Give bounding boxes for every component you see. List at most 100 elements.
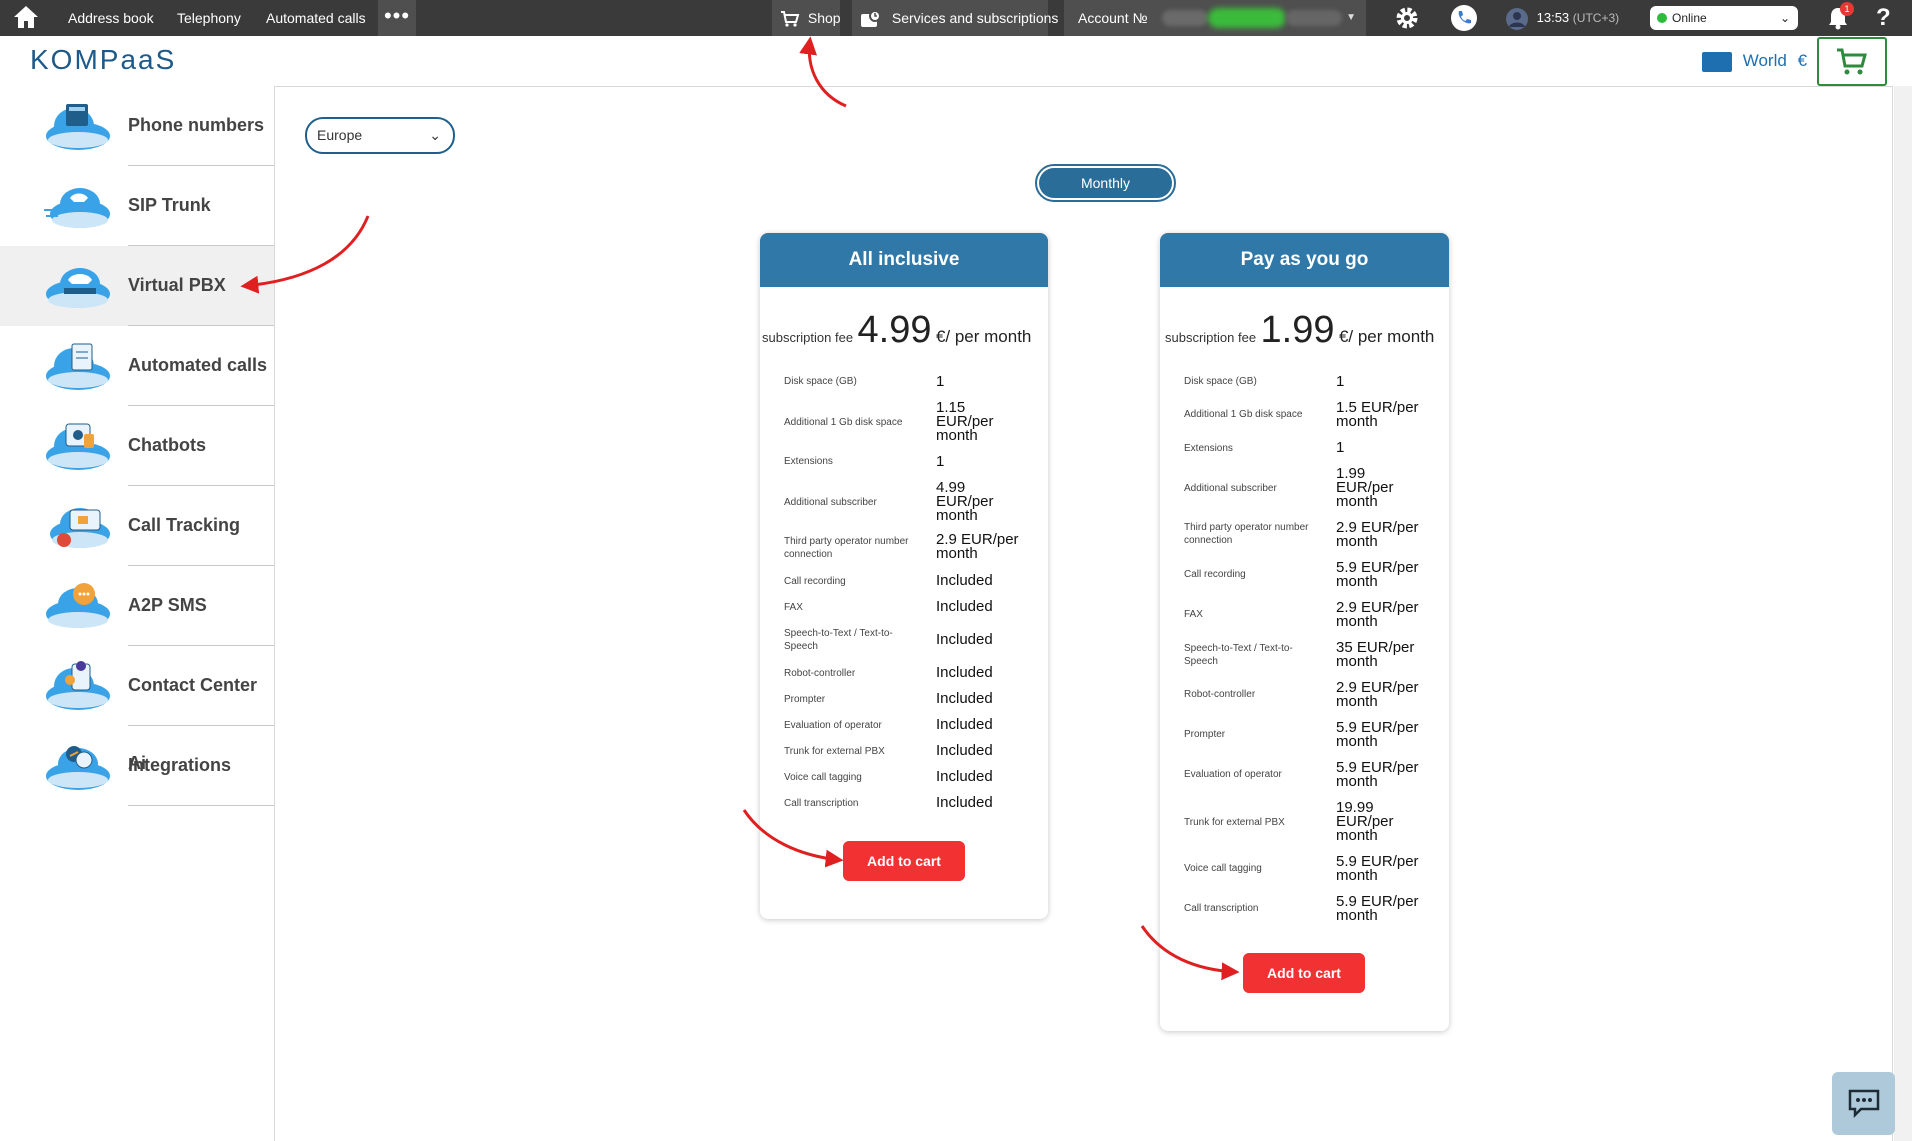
billing-period-toggle[interactable]: Monthly (1035, 164, 1176, 202)
plan-price-unit: €/ per month (1338, 327, 1435, 346)
globe-icon (1702, 51, 1732, 72)
more-menu-button[interactable]: ••• (378, 0, 416, 36)
row-value: 19.99 EUR/per month (1336, 799, 1394, 844)
sidebar-item-label: Chatbots (128, 435, 206, 455)
nav-address-book[interactable]: Address book (68, 0, 154, 36)
sidebar-item-label: Automated calls (128, 355, 268, 375)
shop-label: Shop (807, 10, 841, 26)
shop-button[interactable]: Shop (772, 0, 841, 36)
account-redacted-highlight (1208, 8, 1286, 28)
chat-icon (1848, 1089, 1880, 1118)
row-key: Call recording (1184, 569, 1246, 580)
sidebar-item-contact-center-ai[interactable]: Contact Center Ai (0, 646, 274, 773)
softphone-button[interactable] (1450, 0, 1478, 36)
row-value: 5.9 EUR/per month (1336, 893, 1419, 924)
sidebar-item-a2p-sms[interactable]: A2P SMS (0, 566, 274, 646)
home-button[interactable] (12, 4, 42, 32)
caret-down-icon: ▼ (1346, 12, 1356, 23)
sidebar-item-label: Phone numbers (128, 115, 265, 135)
row-key: Speech-to-Text / Text-to-Speech (1184, 643, 1293, 667)
row-value: 2.9 EUR/per month (1336, 519, 1419, 550)
chevron-down-icon: ⌄ (429, 127, 441, 143)
region-dropdown-value: Europe (317, 127, 363, 143)
cart-button[interactable] (1817, 37, 1887, 86)
row-value: Included (936, 631, 993, 648)
chevron-down-icon: ⌄ (1779, 11, 1790, 25)
settings-button[interactable] (1394, 0, 1422, 36)
period-monthly[interactable]: Monthly (1039, 168, 1172, 198)
row-value: 5.9 EUR/per month (1336, 853, 1419, 884)
sidebar-item-label: A2P SMS (128, 595, 207, 615)
region-dropdown[interactable]: Europe ⌄ (305, 117, 455, 154)
row-value: 1.5 EUR/per month (1336, 399, 1419, 430)
row-key: Call recording (784, 576, 846, 587)
row-value: 1.99 EUR/per month (1336, 465, 1394, 510)
nav-automated-calls[interactable]: Automated calls (266, 0, 366, 36)
phone-numbers-icon (46, 104, 110, 150)
plan-card-all-inclusive: All inclusive subscription fee 4.99 €/ p… (760, 233, 1048, 919)
row-value: 5.9 EUR/per month (1336, 719, 1419, 750)
row-key: Evaluation of operator (1184, 769, 1282, 780)
plan-title: Pay as you go (1160, 233, 1449, 287)
account-redacted (1286, 10, 1342, 26)
row-key: FAX (784, 602, 803, 613)
row-key: Extensions (1184, 443, 1233, 454)
plan-title: All inclusive (760, 233, 1048, 287)
row-key: Additional 1 Gb disk space (784, 417, 903, 428)
row-value: 35 EUR/per month (1336, 639, 1415, 670)
sidebar-item-sip-trunk[interactable]: SIP Trunk (0, 166, 274, 246)
scrollbar[interactable] (1894, 86, 1912, 1141)
nav-telephony[interactable]: Telephony (177, 0, 241, 36)
chat-widget-button[interactable] (1832, 1072, 1895, 1135)
row-key: Speech-to-Text / Text-to-Speech (784, 628, 893, 652)
home-icon (14, 6, 38, 28)
sidebar-item-call-tracking[interactable]: Call Tracking (0, 486, 274, 566)
sip-trunk-icon (44, 188, 110, 228)
status-select[interactable]: Online ⌄ (1650, 6, 1798, 30)
services-button[interactable]: Services and subscriptions (852, 0, 1058, 36)
currency-label: € (1797, 51, 1808, 70)
notification-badge: 1 (1840, 2, 1854, 16)
help-button[interactable]: ? (1876, 0, 1900, 36)
row-key: Third party operator number connection (784, 536, 909, 560)
sidebar-item-label: Virtual PBX (128, 275, 226, 295)
phone-icon (1451, 5, 1477, 31)
sidebar-item-phone-numbers[interactable]: Phone numbers (0, 86, 274, 166)
automated-calls-icon (46, 343, 110, 390)
services-label: Services and subscriptions (891, 10, 1059, 26)
row-value: 4.99 EUR/per month (936, 479, 994, 524)
account-selector[interactable]: Account № ▼ (1064, 0, 1366, 36)
row-key: Third party operator number connection (1184, 522, 1309, 546)
brand-logo[interactable]: KOMPaaS (30, 44, 176, 76)
row-value: 2.9 EUR/per month (1336, 679, 1419, 710)
row-key: Additional subscriber (784, 497, 877, 508)
cart-icon (1837, 48, 1867, 75)
virtual-pbx-icon (46, 268, 110, 308)
sidebar-item-integrations[interactable]: Integrations (0, 726, 274, 806)
row-key: Robot-controller (1184, 689, 1256, 700)
clock-timezone: (UTC+3) (1572, 11, 1620, 25)
sidebar-item-virtual-pbx[interactable]: Virtual PBX (0, 246, 274, 326)
plan-fee: subscription fee 1.99 €/ per month (1165, 309, 1434, 352)
row-key: Disk space (GB) (1184, 376, 1257, 387)
notifications-button[interactable]: 1 (1826, 0, 1854, 36)
sidebar-item-label: SIP Trunk (128, 195, 211, 215)
row-value: Included (936, 572, 993, 589)
clock-time: 13:53 (1536, 10, 1570, 25)
plan-card-pay-as-you-go: Pay as you go subscription fee 1.99 €/ p… (1160, 233, 1449, 1031)
row-value: Included (936, 716, 993, 733)
add-to-cart-button[interactable]: Add to cart (1243, 953, 1365, 993)
sidebar-item-chatbots[interactable]: Chatbots (0, 406, 274, 486)
region-selector[interactable]: World € (1702, 50, 1807, 72)
row-key: Trunk for external PBX (784, 746, 885, 757)
row-value: 5.9 EUR/per month (1336, 559, 1419, 590)
row-value: 1 (1336, 439, 1345, 456)
add-to-cart-button[interactable]: Add to cart (843, 841, 965, 881)
sidebar-item-label: Integrations (128, 755, 232, 775)
row-value: 1 (1336, 373, 1345, 390)
account-redacted (1162, 10, 1208, 26)
plan-fee: subscription fee 4.99 €/ per month (762, 309, 1031, 352)
sidebar-item-automated-calls[interactable]: Automated calls (0, 326, 274, 406)
row-value: 1 (936, 453, 945, 470)
status-label: Online (1672, 11, 1707, 25)
